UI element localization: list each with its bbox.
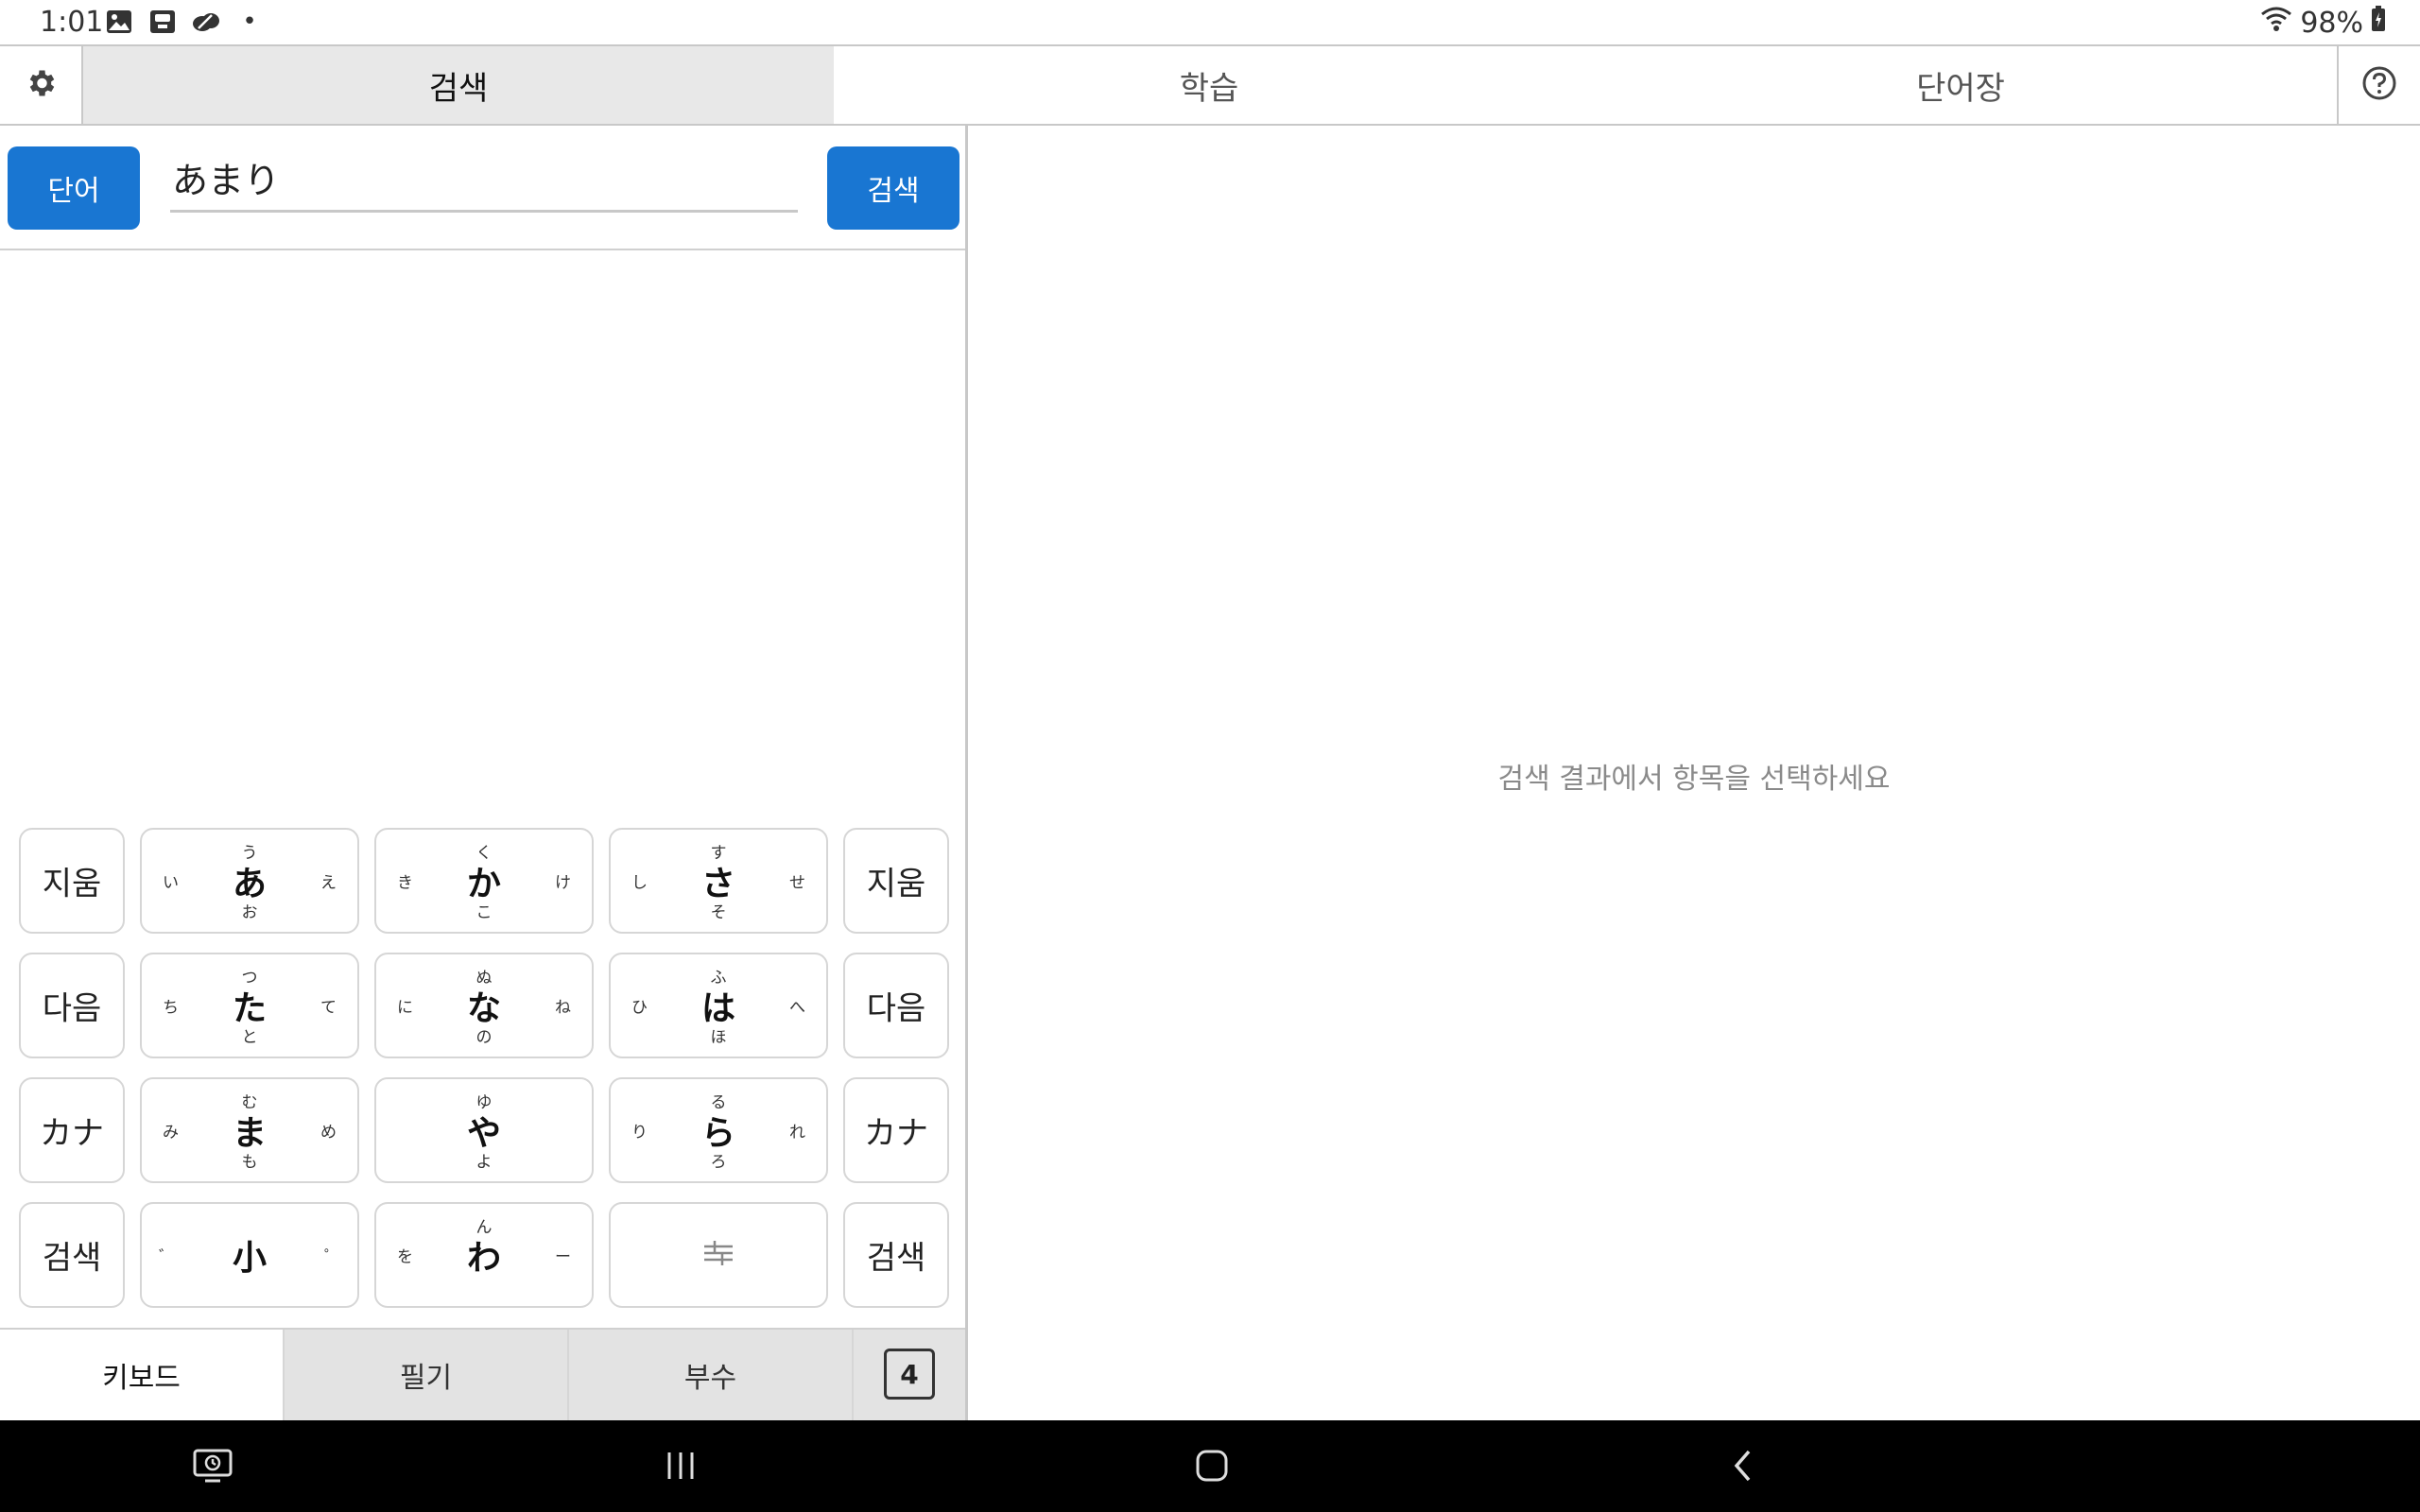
delete-key-left[interactable]: 지움 (19, 828, 125, 934)
search-pane: 단어 검색 지움 다음 カナ 검색 う い あ え お く き か け こ す … (0, 126, 968, 1420)
back-button[interactable] (1713, 1437, 1773, 1498)
status-right: 98% (2260, 6, 2386, 40)
kana-key-na[interactable]: ぬ に な ね の (374, 953, 594, 1058)
flick-down: ろ (710, 1153, 727, 1172)
flick-down: の (475, 1028, 493, 1047)
count-badge[interactable]: 4 (884, 1349, 935, 1400)
flick-down: ほ (710, 1028, 727, 1047)
help-button[interactable] (2337, 46, 2420, 124)
flick-right: れ (789, 1123, 805, 1143)
key-label: 검색 (866, 1239, 926, 1278)
flick-right: ゜ (324, 1247, 340, 1267)
kana-key-wa[interactable]: ん を わ ー (374, 1202, 594, 1308)
back-chevron-icon (1728, 1447, 1758, 1488)
flick-right: え (320, 873, 337, 893)
kana-key-a[interactable]: う い あ え お (140, 828, 359, 934)
gear-icon (24, 66, 58, 104)
flick-right: ー (555, 1247, 571, 1267)
flick-down: も (241, 1153, 258, 1172)
settings-button[interactable] (0, 46, 83, 124)
kana-key-ta[interactable]: つ ち た て と (140, 953, 359, 1058)
flick-down: と (241, 1028, 258, 1047)
search-button[interactable]: 검색 (827, 146, 959, 230)
recent-screens-button[interactable] (182, 1437, 243, 1498)
tab-search[interactable]: 검색 (83, 46, 834, 124)
flick-down: こ (475, 903, 493, 922)
search-key-right[interactable]: 검색 (843, 1202, 949, 1308)
search-key-left[interactable]: 검색 (19, 1202, 125, 1308)
flick-right: へ (789, 998, 805, 1018)
kana-key-left[interactable]: カナ (19, 1077, 125, 1183)
home-icon (1193, 1447, 1231, 1488)
input-mode-bar: 키보드 필기 부수 4 (0, 1328, 965, 1420)
key-label: カナ (40, 1114, 104, 1153)
recents-icon (662, 1449, 700, 1486)
kana-key-small[interactable]: ゛ 小 ゜ (140, 1202, 359, 1308)
more-notifications-dot: • (242, 8, 257, 36)
mode-tab-keyboard[interactable]: 키보드 (0, 1330, 285, 1420)
flick-down: そ (710, 903, 727, 922)
delete-key-right[interactable]: 지움 (843, 828, 949, 934)
dictionary-app-icon (147, 8, 178, 36)
flick-right: て (320, 998, 337, 1018)
status-notification-icons: • (104, 8, 265, 36)
kana-key-sa[interactable]: す し さ せ そ (609, 828, 828, 934)
search-input[interactable] (170, 145, 798, 213)
flick-right: せ (789, 873, 805, 893)
key-label: 검색 (42, 1239, 102, 1278)
kana-key-right[interactable]: カナ (843, 1077, 949, 1183)
kana-key-ka[interactable]: く き か け こ (374, 828, 594, 934)
key-label: 다음 (866, 989, 926, 1028)
keypad-options-key[interactable] (609, 1202, 828, 1308)
key-label: 지움 (42, 865, 102, 903)
screen-history-icon (192, 1447, 233, 1488)
key-label: カナ (864, 1114, 928, 1153)
home-button[interactable] (1182, 1437, 1242, 1498)
search-mode-button[interactable]: 단어 (8, 146, 140, 230)
kana-key-ra[interactable]: る り ら れ ろ (609, 1077, 828, 1183)
flick-right: め (320, 1123, 337, 1143)
key-label: 다음 (42, 989, 102, 1028)
battery-charging-icon (2371, 6, 2386, 40)
kana-key-ha[interactable]: ふ ひ は へ ほ (609, 953, 828, 1058)
gallery-icon (104, 8, 134, 36)
detail-pane: 검색 결과에서 항목을 선택하세요 (968, 126, 2420, 1420)
mode-tab-handwriting[interactable]: 필기 (285, 1330, 569, 1420)
kana-key-ma[interactable]: む み ま め も (140, 1077, 359, 1183)
flick-down: よ (475, 1153, 493, 1172)
flick-right: ね (555, 998, 571, 1018)
next-key-left[interactable]: 다음 (19, 953, 125, 1058)
mode-tab-radical[interactable]: 부수 (569, 1330, 854, 1420)
next-key-right[interactable]: 다음 (843, 953, 949, 1058)
tune-icon (702, 1239, 735, 1271)
battery-percent: 98% (2300, 6, 2363, 40)
tab-study[interactable]: 학습 (834, 46, 1584, 124)
key-label: 지움 (866, 865, 926, 903)
help-circle-icon (2361, 65, 2397, 105)
wifi-icon (2260, 6, 2292, 40)
flick-down: お (241, 903, 258, 922)
cloud-sync-icon (191, 8, 221, 36)
status-time: 1:01 (40, 6, 104, 39)
status-bar: 1:01 • 98% (0, 0, 2420, 44)
flick-right: け (555, 873, 571, 893)
main-tab-bar: 검색 학습 단어장 (0, 44, 2420, 126)
empty-detail-message: 검색 결과에서 항목을 선택하세요 (1497, 763, 1891, 796)
recents-button[interactable] (650, 1437, 711, 1498)
system-nav-bar (0, 1420, 2420, 1512)
kana-key-ya[interactable]: ゆ や よ (374, 1077, 594, 1183)
tab-wordbook[interactable]: 단어장 (1584, 46, 2337, 124)
